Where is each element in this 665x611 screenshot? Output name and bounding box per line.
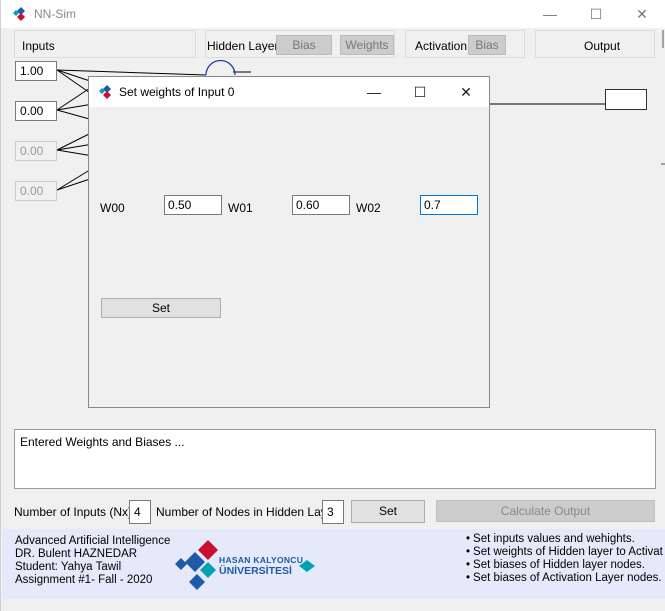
dialog-close-button[interactable]: ✕ xyxy=(443,77,489,107)
input-field-3[interactable]: 0.00 xyxy=(15,181,57,201)
w00-label: W00 xyxy=(100,201,125,215)
assignment-label: Assignment #1- Fall - 2020 xyxy=(15,574,153,586)
num-hidden-label: Number of Nodes in Hidden Layer xyxy=(156,505,338,519)
dialog-set-button[interactable]: Set xyxy=(101,298,221,318)
num-inputs-field[interactable]: 4 xyxy=(129,500,151,524)
input-field-2[interactable]: 0.00 xyxy=(15,141,57,161)
student-label: Student: Yahya Tawil xyxy=(15,561,122,573)
log-textarea[interactable]: Entered Weights and Biases ... xyxy=(14,429,656,489)
dialog-minimize-button[interactable]: — xyxy=(351,77,397,107)
instructions-list: Set inputs values and wehights. Set weig… xyxy=(466,533,663,585)
output-field xyxy=(605,89,647,110)
num-inputs-label: Number of Inputs (Nx) xyxy=(14,505,133,519)
dialog-title-bar: Set weights of Input 0 — ☐ ✕ xyxy=(89,77,489,107)
logo-text-line2: ÜNİVERSİTESİ xyxy=(219,565,292,577)
set-button[interactable]: Set xyxy=(351,500,425,523)
num-hidden-field[interactable]: 3 xyxy=(322,500,344,524)
input-field-0[interactable]: 1.00 xyxy=(15,61,57,81)
set-weights-dialog: Set weights of Input 0 — ☐ ✕ W00 0.50 W0… xyxy=(88,76,490,408)
instruction-item: Set biases of Hidden layer nodes. xyxy=(466,559,663,572)
course-label: Advanced Artificial Intelligence xyxy=(15,535,171,547)
dialog-app-icon xyxy=(99,85,111,99)
calculate-output-button[interactable]: Calculate Output xyxy=(436,500,655,522)
w00-field[interactable]: 0.50 xyxy=(164,195,222,215)
w01-field[interactable]: 0.60 xyxy=(292,195,350,215)
w01-label: W01 xyxy=(228,201,253,215)
instruction-item: Set weights of Hidden layer to Activat xyxy=(466,546,663,559)
instruction-item: Set inputs values and wehights. xyxy=(466,533,663,546)
dialog-title: Set weights of Input 0 xyxy=(119,85,235,99)
instructor-label: DR. Bulent HAZNEDAR xyxy=(15,548,138,560)
dialog-maximize-button[interactable]: ☐ xyxy=(397,77,443,107)
instruction-item: Set biases of Activation Layer nodes. xyxy=(466,572,663,585)
hidden-node-arc xyxy=(205,59,236,76)
w02-field[interactable]: 0.7 xyxy=(420,195,478,215)
input-field-1[interactable]: 0.00 xyxy=(15,101,57,121)
w02-label: W02 xyxy=(356,201,381,215)
university-logo: HASAN KALYONCU ÜNİVERSİTESİ xyxy=(175,538,325,590)
logo-text-line1: HASAN KALYONCU xyxy=(219,555,304,565)
